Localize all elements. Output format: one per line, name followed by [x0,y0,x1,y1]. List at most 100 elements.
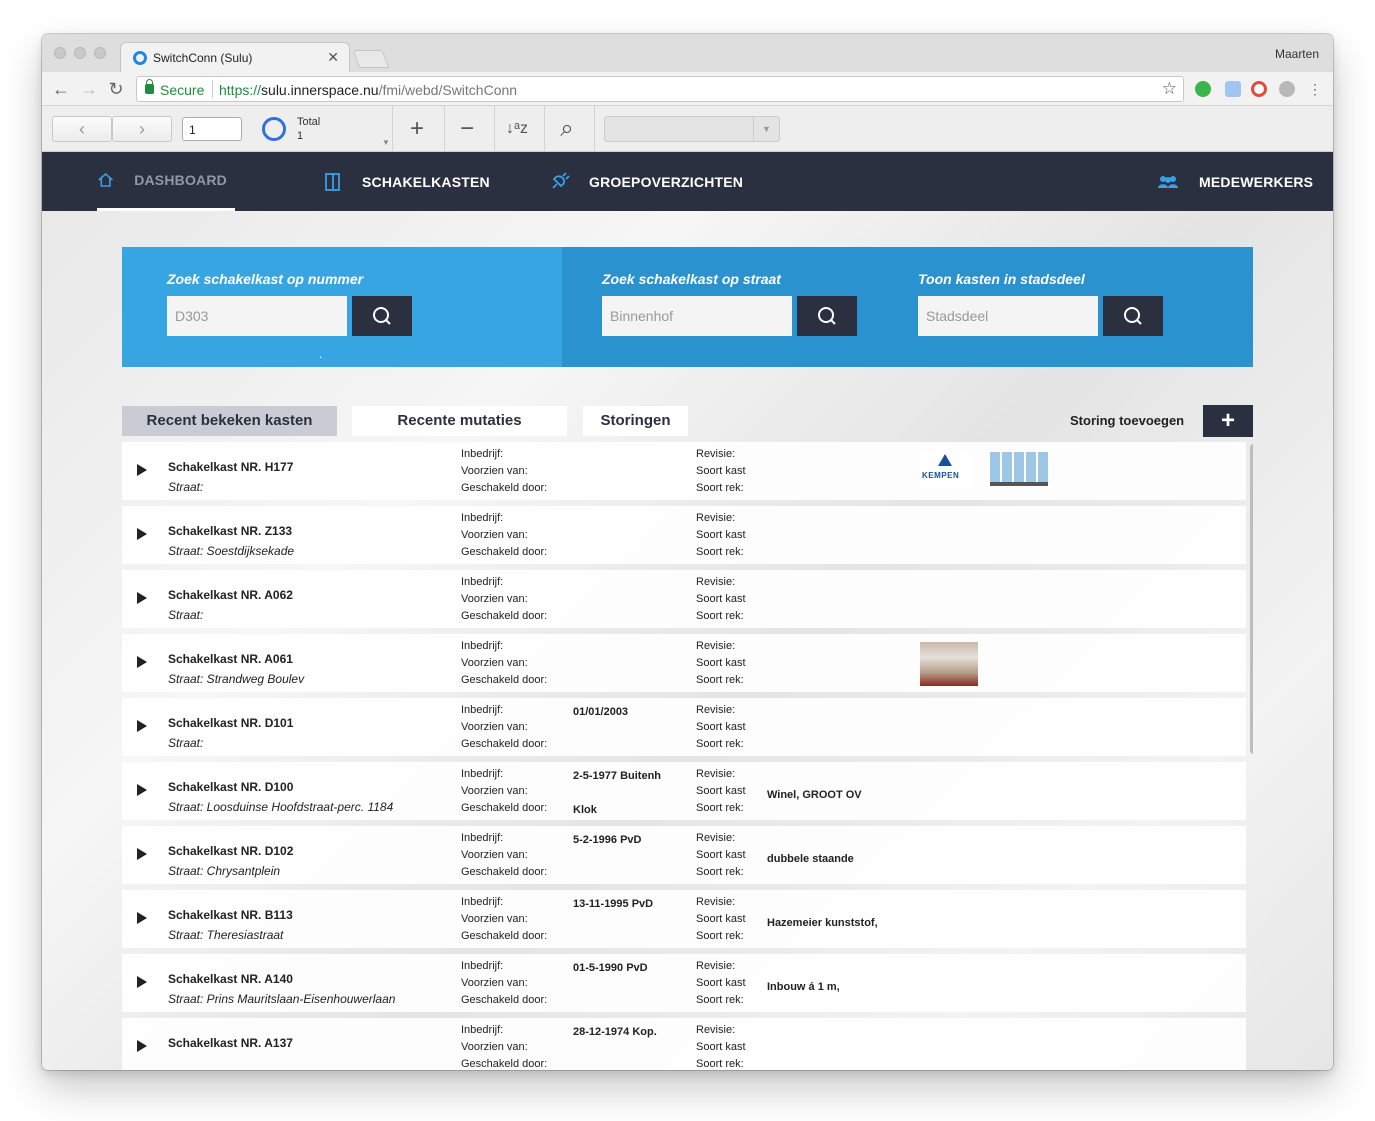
next-record-button[interactable]: › [112,116,172,142]
lock-icon [145,79,154,94]
nav-dashboard[interactable]: DASHBOARD [97,152,235,211]
table-row[interactable]: Schakelkast NR. A061 Straat: Strandweg Bo… [122,634,1246,692]
menu-kebab-icon[interactable]: ⋮ [1304,78,1326,100]
browser-tab[interactable]: SwitchConn (Sulu) ✕ [120,42,350,72]
table-row[interactable]: Schakelkast NR. H177 Straat: Inbedrijf: Voo… [122,442,1246,500]
inbedrijf-label: Inbedrijf: [461,960,504,972]
table-row[interactable]: Schakelkast NR. B113 Straat: Theresiastra… [122,890,1246,948]
new-record-icon[interactable]: + [397,114,437,144]
forward-icon[interactable]: → [78,78,100,100]
schakelkast-photo[interactable] [920,642,978,686]
search-street-button[interactable] [797,296,857,336]
schakelkast-thumbnail[interactable] [990,452,1048,486]
nav-medewerkers[interactable]: MEDEWERKERS [1157,152,1313,211]
soort-kast-label: Soort kast [696,849,746,861]
tab-storingen[interactable]: Storingen [583,406,688,436]
table-row[interactable]: Schakelkast NR. A137 Inbedrijf: Voorzien v… [122,1018,1246,1070]
bookmark-star-icon[interactable]: ☆ [1162,79,1177,99]
search-number-input[interactable] [167,296,347,336]
delete-record-icon[interactable]: − [447,114,487,144]
total-value: 1 [297,130,304,142]
geschakeld-label: Geschakeld door: [461,738,548,750]
expand-arrow-icon[interactable] [137,976,147,988]
door-icon [325,172,340,191]
expand-arrow-icon[interactable] [137,912,147,924]
layout-dropdown[interactable]: ▼ [604,116,780,142]
schakelkast-name[interactable]: Schakelkast NR. B113 [168,908,293,922]
tab-recent-bekeken[interactable]: Recent bekeken kasten [122,406,337,436]
schakelkast-name[interactable]: Schakelkast NR. Z133 [168,524,292,538]
table-row[interactable]: Schakelkast NR. A062 Straat: Inbedrijf: Voo… [122,570,1246,628]
expand-arrow-icon[interactable] [137,592,147,604]
nav-groepoverzichten[interactable]: GROEPOVERZICHTEN [549,152,743,211]
profile-name[interactable]: Maarten [1275,47,1319,61]
soort-rek-label: Soort rek: [696,802,744,814]
list-scrollbar[interactable] [1250,444,1253,754]
find-icon[interactable]: ⌕ [547,114,587,144]
url-protocol: https:// [219,82,262,98]
schakelkast-name[interactable]: Schakelkast NR. D102 [168,844,293,858]
extension-icon[interactable] [1225,81,1241,97]
schakelkast-street: Straat: Soestdijksekade [168,544,295,558]
back-icon[interactable]: ← [50,78,72,100]
schakelkast-name[interactable]: Schakelkast NR. A061 [168,652,293,666]
expand-arrow-icon[interactable] [137,720,147,732]
soort-kast-value: Inbouw á 1 m, [767,981,840,993]
schakelkast-name[interactable]: Schakelkast NR. D100 [168,780,293,794]
soort-kast-label: Soort kast [696,977,746,989]
minimize-window-button[interactable] [74,47,86,59]
bolt-extension-icon[interactable] [1279,81,1295,97]
close-tab-icon[interactable]: ✕ [327,49,339,66]
inbedrijf-label: Inbedrijf: [461,1024,504,1036]
inbedrijf-label: Inbedrijf: [461,832,504,844]
search-number-button[interactable] [352,296,412,336]
schakelkast-name[interactable]: Schakelkast NR. H177 [168,460,293,474]
pie-menu-caret-icon[interactable]: ▼ [382,138,390,147]
voorzien-label: Voorzien van: [461,721,528,733]
schakelkast-name[interactable]: Schakelkast NR. A140 [168,972,293,986]
table-row[interactable]: Schakelkast NR. A140 Straat: Prins Maurit… [122,954,1246,1012]
tab-recente-mutaties[interactable]: Recente mutaties [352,406,567,436]
total-label: Total [297,116,321,128]
add-storing-button[interactable]: + [1203,405,1253,437]
record-number-input[interactable]: 1 [182,117,242,141]
district-label: Toon kasten in stadsdeel [918,271,1085,287]
geschakeld-label: Geschakeld door: [461,802,548,814]
district-input[interactable] [918,296,1098,336]
soort-kast-label: Soort kast [696,785,746,797]
search-street-input[interactable] [602,296,792,336]
url-field[interactable]: Secure https://sulu.innerspace.nu/fmi/we… [136,76,1184,102]
table-row[interactable]: Schakelkast NR. D102 Straat: Chrysantplei… [122,826,1246,884]
schakelkast-name[interactable]: Schakelkast NR. D101 [168,716,293,730]
revisie-label: Revisie: [696,640,736,652]
schakelkast-name[interactable]: Schakelkast NR. A137 [168,1036,293,1050]
nav-schakelkasten[interactable]: SCHAKELKASTEN [324,152,490,211]
district-search-button[interactable] [1103,296,1163,336]
schakelkast-name[interactable]: Schakelkast NR. A062 [168,588,293,602]
opera-extension-icon[interactable] [1251,81,1267,97]
expand-arrow-icon[interactable] [137,464,147,476]
table-row[interactable]: Schakelkast NR. Z133 Straat: Soestdijksek… [122,506,1246,564]
expand-arrow-icon[interactable] [137,784,147,796]
search-by-number-panel: Zoek schakelkast op nummer . [122,247,562,367]
close-window-button[interactable] [54,47,66,59]
previous-record-button[interactable]: ‹ [52,116,112,142]
grammarly-extension-icon[interactable] [1195,81,1211,97]
sort-icon[interactable]: ↓ᵃz [497,114,537,144]
nav-schakelkasten-label: SCHAKELKASTEN [362,173,490,190]
expand-arrow-icon[interactable] [137,1040,147,1052]
voorzien-label: Voorzien van: [461,529,528,541]
revisie-label: Revisie: [696,512,736,524]
expand-arrow-icon[interactable] [137,848,147,860]
soort-rek-label: Soort rek: [696,866,744,878]
table-row[interactable]: Schakelkast NR. D101 Straat: Inbedrijf: Voo… [122,698,1246,756]
geschakeld-label: Geschakeld door: [461,994,548,1006]
expand-arrow-icon[interactable] [137,656,147,668]
table-row[interactable]: Schakelkast NR. D100 Straat: Loosduinse H… [122,762,1246,820]
expand-arrow-icon[interactable] [137,528,147,540]
zoom-window-button[interactable] [94,47,106,59]
new-tab-button[interactable] [352,50,390,68]
tab-title: SwitchConn (Sulu) [153,51,253,65]
nav-groepoverzichten-label: GROEPOVERZICHTEN [589,173,744,190]
reload-icon[interactable]: ↻ [105,78,127,100]
